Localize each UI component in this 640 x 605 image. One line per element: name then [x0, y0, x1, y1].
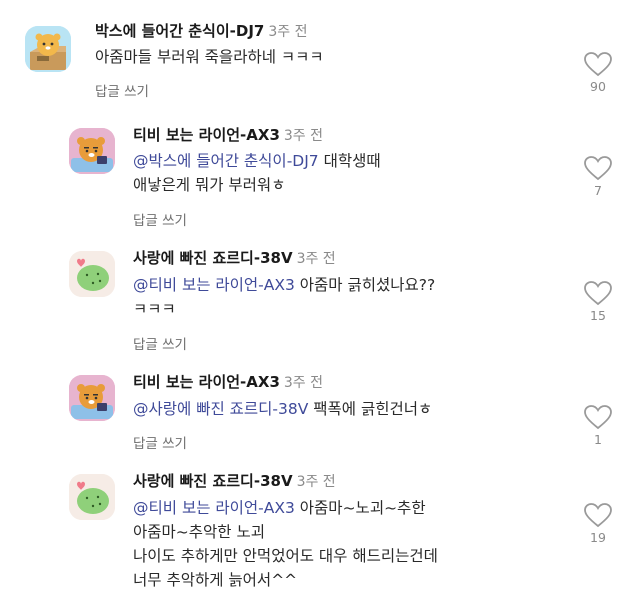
comment-header: 사랑에 빠진 죠르디-38V 3주 전 [133, 247, 336, 268]
like-button[interactable]: 90 [578, 52, 618, 94]
author-name[interactable]: 사랑에 빠진 죠르디-38V [133, 249, 293, 267]
mention-link[interactable]: @티비 보는 라이언-AX3 [133, 499, 295, 517]
like-button[interactable]: 7 [578, 156, 618, 198]
like-count: 15 [590, 308, 606, 323]
reply-button[interactable]: 답글 쓰기 [95, 80, 149, 100]
timestamp: 3주 전 [296, 474, 336, 490]
jordy-love-avatar-icon[interactable] [69, 251, 115, 297]
heart-icon [584, 156, 612, 181]
reply-button[interactable]: 답글 쓰기 [133, 432, 187, 452]
heart-icon [584, 405, 612, 430]
comment-line: 나이도 추하게만 안먹었어도 대우 해드리는건데 [133, 547, 438, 565]
comment-line: 아줌마들 부러워 죽을라하네 ㅋㅋㅋ [95, 48, 324, 66]
mention-link[interactable]: @티비 보는 라이언-AX3 [133, 276, 295, 294]
comment-line: 아줌마 긁히셨나요?? [294, 276, 436, 294]
comment-header: 박스에 들어간 춘식이-DJ7 3주 전 [95, 20, 307, 41]
comment-header: 사랑에 빠진 죠르디-38V 3주 전 [133, 470, 336, 491]
comment-text: @박스에 들어간 춘식이-DJ7 대학생때 애낳은게 뭐가 부러워ㅎ [133, 149, 381, 197]
heart-icon [584, 503, 612, 528]
like-count: 19 [590, 530, 606, 545]
author-name[interactable]: 티비 보는 라이언-AX3 [133, 126, 280, 144]
comment-line: 너무 추악하게 늙어서^^ [133, 571, 298, 589]
ryan-tv-avatar-icon[interactable] [69, 128, 115, 174]
comment-line: 아줌마~노괴~추한 [294, 499, 426, 517]
comment-line: 아줌마~추악한 노괴 [133, 523, 265, 541]
comment-line: 팩폭에 긁힌건너ㅎ [308, 400, 433, 418]
author-name[interactable]: 사랑에 빠진 죠르디-38V [133, 472, 293, 490]
timestamp: 3주 전 [283, 128, 324, 144]
comment-text: 아줌마들 부러워 죽을라하네 ㅋㅋㅋ [95, 45, 324, 69]
timestamp: 3주 전 [283, 375, 324, 391]
author-name[interactable]: 박스에 들어간 춘식이-DJ7 [95, 22, 264, 40]
like-button[interactable]: 1 [578, 405, 618, 447]
comment-text: @티비 보는 라이언-AX3 아줌마 긁히셨나요?? ㅋㅋㅋ [133, 273, 435, 321]
ryan-tv-avatar-icon[interactable] [69, 375, 115, 421]
reply-button[interactable]: 답글 쓰기 [133, 209, 187, 229]
timestamp: 3주 전 [296, 251, 336, 267]
like-button[interactable]: 15 [578, 281, 618, 323]
author-name[interactable]: 티비 보는 라이언-AX3 [133, 373, 280, 391]
comment-text: @사랑에 빠진 죠르디-38V 팩폭에 긁힌건너ㅎ [133, 397, 432, 421]
like-count: 1 [594, 432, 602, 447]
mention-link[interactable]: @박스에 들어간 춘식이-DJ7 [133, 152, 319, 170]
comment-line: 애낳은게 뭐가 부러워ㅎ [133, 176, 286, 194]
heart-icon [584, 281, 612, 306]
timestamp: 3주 전 [268, 24, 308, 40]
comment-line: ㅋㅋㅋ [133, 300, 176, 318]
like-button[interactable]: 19 [578, 503, 618, 545]
comment-header: 티비 보는 라이언-AX3 3주 전 [133, 124, 323, 145]
chunsik-box-avatar-icon[interactable] [25, 26, 71, 72]
like-count: 7 [594, 183, 602, 198]
like-count: 90 [590, 79, 606, 94]
jordy-love-avatar-icon[interactable] [69, 474, 115, 520]
mention-link[interactable]: @사랑에 빠진 죠르디-38V [133, 400, 308, 418]
comment-text: @티비 보는 라이언-AX3 아줌마~노괴~추한 아줌마~추악한 노괴 나이도 … [133, 496, 438, 592]
comment-header: 티비 보는 라이언-AX3 3주 전 [133, 371, 323, 392]
heart-icon [584, 52, 612, 77]
comment-line: 대학생때 [318, 152, 381, 170]
reply-button[interactable]: 답글 쓰기 [133, 333, 187, 353]
